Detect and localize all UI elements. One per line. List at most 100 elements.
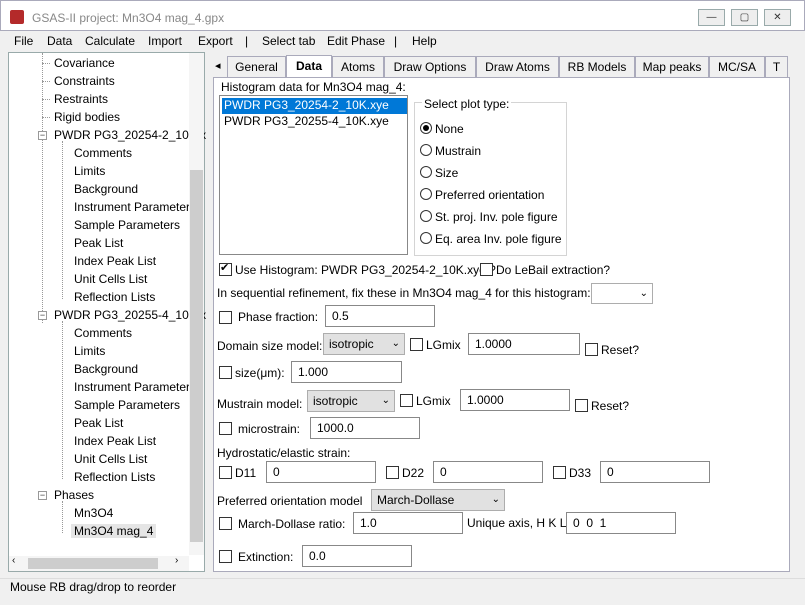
d33-input[interactable]: 0 <box>600 461 710 483</box>
menu-separator: | <box>245 34 249 48</box>
collapse-icon[interactable]: − <box>38 491 47 500</box>
tree-item-reflection-lists[interactable]: Reflection Lists <box>74 470 155 484</box>
tree-item-instrument-parameters[interactable]: Instrument Parameter <box>74 380 190 394</box>
mustrain-lgmix-checkbox[interactable] <box>400 394 413 407</box>
tree-item-histogram-1[interactable]: PWDR PG3_20254-2_10K.x <box>54 128 206 142</box>
tab-map-peaks[interactable]: Map peaks <box>635 56 709 77</box>
tree-hscroll-thumb[interactable] <box>28 558 158 569</box>
panel-vertical-scrollbar[interactable] <box>790 77 805 572</box>
mustrain-lgmix-input[interactable]: 1.0000 <box>460 389 570 411</box>
tree-item-index-peak-list[interactable]: Index Peak List <box>74 254 156 268</box>
plot-type-none-radio[interactable] <box>420 122 432 134</box>
tree-item-comments[interactable]: Comments <box>74 326 132 340</box>
microstrain-checkbox[interactable] <box>219 422 232 435</box>
extinction-checkbox[interactable] <box>219 550 232 563</box>
tree-item-unit-cells-list[interactable]: Unit Cells List <box>74 452 147 466</box>
menu-data[interactable]: Data <box>47 34 72 48</box>
tree-item-restraints[interactable]: Restraints <box>54 92 108 106</box>
plot-type-stproj-radio[interactable] <box>420 210 432 222</box>
menu-calculate[interactable]: Calculate <box>85 34 135 48</box>
mustrain-reset-checkbox[interactable] <box>575 399 588 412</box>
minimize-button[interactable]: — <box>698 9 725 26</box>
histogram-item[interactable]: PWDR PG3_20255-4_10K.xye <box>222 114 389 128</box>
po-model-select[interactable]: March-Dollase ⌄ <box>371 489 505 511</box>
tree-item-peak-list[interactable]: Peak List <box>74 416 123 430</box>
plot-type-eqarea-radio[interactable] <box>420 232 432 244</box>
domain-lgmix-input[interactable]: 1.0000 <box>468 333 580 355</box>
collapse-icon[interactable]: − <box>38 311 47 320</box>
histogram-list[interactable]: PWDR PG3_20254-2_10K.xye PWDR PG3_20255-… <box>219 95 408 255</box>
march-dollase-checkbox[interactable] <box>219 517 232 530</box>
tab-more[interactable]: T <box>765 56 788 77</box>
phase-fraction-checkbox[interactable] <box>219 311 232 324</box>
tree-scroll-thumb[interactable] <box>190 170 203 542</box>
tree-item-sample-parameters[interactable]: Sample Parameters <box>74 218 180 232</box>
march-dollase-label: March-Dollase ratio: <box>238 517 346 531</box>
plot-type-po-radio[interactable] <box>420 188 432 200</box>
scroll-left-icon[interactable]: ‹ <box>12 555 15 566</box>
tree-item-phase-mn3o4[interactable]: Mn3O4 <box>74 506 113 520</box>
menu-export[interactable]: Export <box>198 34 233 48</box>
use-histogram-checkbox[interactable] <box>219 261 232 276</box>
scroll-right-icon[interactable]: › <box>175 555 178 566</box>
tree-item-index-peak-list[interactable]: Index Peak List <box>74 434 156 448</box>
app-icon <box>10 10 24 24</box>
tree-item-comments[interactable]: Comments <box>74 146 132 160</box>
collapse-icon[interactable]: − <box>38 131 47 140</box>
domain-model-select[interactable]: isotropic ⌄ <box>323 333 405 355</box>
unique-axis-input[interactable]: 0 0 1 <box>566 512 676 534</box>
menu-file[interactable]: File <box>14 34 33 48</box>
tree-item-rigid-bodies[interactable]: Rigid bodies <box>54 110 120 124</box>
seq-fix-select[interactable]: ⌄ <box>591 283 653 304</box>
tree-item-histogram-2[interactable]: PWDR PG3_20255-4_10K.x <box>54 308 206 322</box>
phase-fraction-input[interactable]: 0.5 <box>325 305 435 327</box>
tree-item-covariance[interactable]: Covariance <box>54 56 115 70</box>
tab-scroll-left-icon[interactable]: ◂ <box>215 59 221 72</box>
tree-item-sample-parameters[interactable]: Sample Parameters <box>74 398 180 412</box>
size-checkbox[interactable] <box>219 366 232 379</box>
mustrain-model-select[interactable]: isotropic ⌄ <box>307 390 395 412</box>
d33-checkbox[interactable] <box>553 466 566 479</box>
close-button[interactable]: ✕ <box>764 9 791 26</box>
d22-input[interactable]: 0 <box>433 461 543 483</box>
tab-atoms[interactable]: Atoms <box>332 56 384 77</box>
unique-axis-label: Unique axis, H K L: <box>467 516 570 530</box>
tree-item-background[interactable]: Background <box>74 362 138 376</box>
menu-import[interactable]: Import <box>148 34 182 48</box>
d22-checkbox[interactable] <box>386 466 399 479</box>
tab-general[interactable]: General <box>227 56 286 77</box>
tree-item-limits[interactable]: Limits <box>74 164 105 178</box>
tab-rb-models[interactable]: RB Models <box>559 56 635 77</box>
tab-draw-atoms[interactable]: Draw Atoms <box>476 56 559 77</box>
menu-select-tab[interactable]: Select tab <box>262 34 315 48</box>
tree-item-unit-cells-list[interactable]: Unit Cells List <box>74 272 147 286</box>
tree-item-limits[interactable]: Limits <box>74 344 105 358</box>
march-dollase-input[interactable]: 1.0 <box>353 512 463 534</box>
domain-reset-checkbox[interactable] <box>585 343 598 356</box>
domain-lgmix-checkbox[interactable] <box>410 338 423 351</box>
tree-item-peak-list[interactable]: Peak List <box>74 236 123 250</box>
tab-mcsa[interactable]: MC/SA <box>709 56 765 77</box>
extinction-input[interactable]: 0.0 <box>302 545 412 567</box>
d11-input[interactable]: 0 <box>266 461 376 483</box>
tab-draw-options[interactable]: Draw Options <box>384 56 476 77</box>
data-tree[interactable]: − − − Covariance Constraints Restraints … <box>8 52 206 572</box>
microstrain-input[interactable]: 1000.0 <box>310 417 420 439</box>
tree-item-instrument-parameters[interactable]: Instrument Parameter <box>74 200 190 214</box>
hydrostatic-label: Hydrostatic/elastic strain: <box>217 446 351 460</box>
maximize-button[interactable]: ▢ <box>731 9 758 26</box>
tree-item-reflection-lists[interactable]: Reflection Lists <box>74 290 155 304</box>
d11-checkbox[interactable] <box>219 466 232 479</box>
size-input[interactable]: 1.000 <box>291 361 402 383</box>
tree-item-constraints[interactable]: Constraints <box>54 74 115 88</box>
menu-edit-phase[interactable]: Edit Phase <box>327 34 385 48</box>
plot-type-size-radio[interactable] <box>420 166 432 178</box>
lebail-checkbox[interactable] <box>480 263 493 276</box>
histogram-item[interactable]: PWDR PG3_20254-2_10K.xye <box>222 98 407 114</box>
tree-item-background[interactable]: Background <box>74 182 138 196</box>
menu-help[interactable]: Help <box>412 34 437 48</box>
tab-data[interactable]: Data <box>286 55 332 78</box>
tree-item-phase-mn3o4-mag4[interactable]: Mn3O4 mag_4 <box>71 524 157 538</box>
tree-item-phases[interactable]: Phases <box>54 488 94 502</box>
plot-type-mustrain-radio[interactable] <box>420 144 432 156</box>
